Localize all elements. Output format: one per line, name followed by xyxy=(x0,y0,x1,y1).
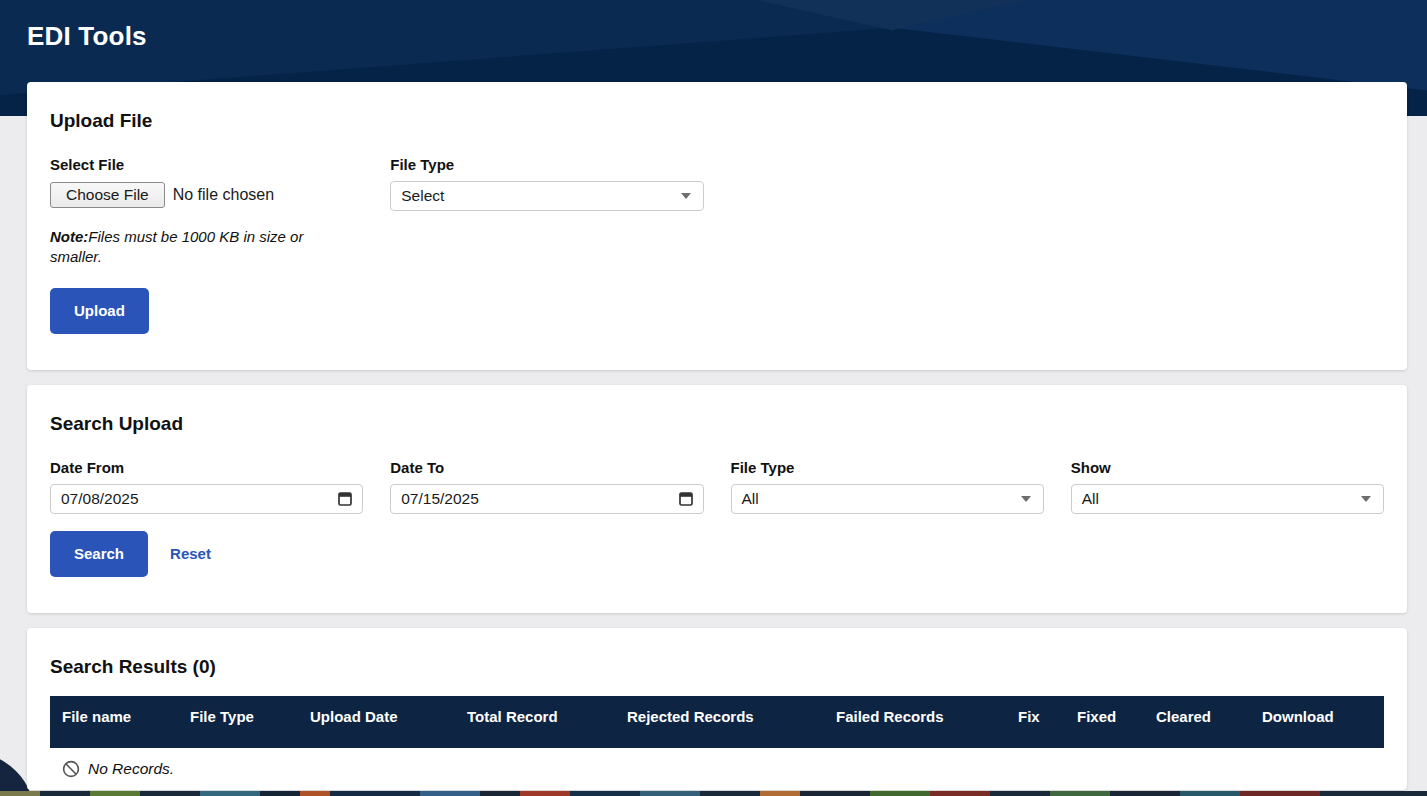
search-file-type-label: File Type xyxy=(731,459,1044,476)
column-header-file-type: File Type xyxy=(178,696,298,748)
select-file-field: Select File Choose File No file chosen xyxy=(50,156,363,211)
column-header-fix: Fix xyxy=(1006,696,1065,748)
column-header-failed-records: Failed Records xyxy=(824,696,1006,748)
file-chosen-status: No file chosen xyxy=(173,186,274,204)
page-title: EDI Tools xyxy=(27,21,147,52)
column-header-upload-date: Upload Date xyxy=(298,696,455,748)
upload-file-type-value: Select xyxy=(401,187,680,205)
column-header-download: Download xyxy=(1250,696,1384,748)
chevron-down-icon xyxy=(1021,496,1031,502)
main-content: Upload File Select File Choose File No f… xyxy=(27,82,1407,790)
show-field: Show All xyxy=(1071,459,1384,514)
show-select[interactable]: All xyxy=(1071,484,1384,514)
show-label: Show xyxy=(1071,459,1384,476)
date-from-value: 07/08/2025 xyxy=(61,490,338,508)
date-from-input[interactable]: 07/08/2025 xyxy=(50,484,363,514)
calendar-icon[interactable] xyxy=(338,491,352,506)
upload-file-title: Upload File xyxy=(50,110,1384,132)
note-text: Files must be 1000 KB in size or smaller… xyxy=(50,228,303,265)
column-header-file-name: File name xyxy=(50,696,178,748)
search-file-type-field: File Type All xyxy=(731,459,1044,514)
no-records-icon xyxy=(62,760,80,778)
date-to-label: Date To xyxy=(390,459,703,476)
search-upload-card: Search Upload Date From 07/08/2025 Date … xyxy=(27,385,1407,613)
upload-note: Note:Files must be 1000 KB in size or sm… xyxy=(50,227,345,268)
upload-file-card: Upload File Select File Choose File No f… xyxy=(27,82,1407,370)
search-results-card: Search Results (0) File name File Type U… xyxy=(27,628,1407,790)
search-button[interactable]: Search xyxy=(50,531,148,577)
search-file-type-value: All xyxy=(742,490,1021,508)
results-header-row: File name File Type Upload Date Total Re… xyxy=(50,696,1384,748)
date-from-label: Date From xyxy=(50,459,363,476)
bottom-image-strip xyxy=(0,791,1427,796)
column-header-total-record: Total Record xyxy=(455,696,615,748)
calendar-icon[interactable] xyxy=(679,491,693,506)
select-file-label: Select File xyxy=(50,156,363,173)
search-upload-title: Search Upload xyxy=(50,413,1384,435)
search-file-type-select[interactable]: All xyxy=(731,484,1044,514)
date-to-value: 07/15/2025 xyxy=(401,490,678,508)
search-results-title: Search Results (0) xyxy=(50,656,1384,678)
note-label: Note: xyxy=(50,228,88,245)
date-from-field: Date From 07/08/2025 xyxy=(50,459,363,514)
chevron-down-icon xyxy=(681,193,691,199)
choose-file-button[interactable]: Choose File xyxy=(50,182,165,208)
column-header-cleared: Cleared xyxy=(1144,696,1250,748)
chevron-down-icon xyxy=(1361,496,1371,502)
date-to-input[interactable]: 07/15/2025 xyxy=(390,484,703,514)
reset-link[interactable]: Reset xyxy=(170,545,211,562)
upload-file-type-field: File Type Select xyxy=(390,156,703,211)
results-table: File name File Type Upload Date Total Re… xyxy=(50,696,1384,748)
file-input[interactable]: Choose File No file chosen xyxy=(50,181,363,209)
date-to-field: Date To 07/15/2025 xyxy=(390,459,703,514)
no-records-text: No Records. xyxy=(88,760,174,778)
no-records-row: No Records. xyxy=(50,748,1384,778)
upload-file-type-label: File Type xyxy=(390,156,703,173)
upload-file-type-select[interactable]: Select xyxy=(390,181,703,211)
upload-button[interactable]: Upload xyxy=(50,288,149,334)
column-header-fixed: Fixed xyxy=(1065,696,1144,748)
column-header-rejected-records: Rejected Records xyxy=(615,696,824,748)
show-value: All xyxy=(1082,490,1361,508)
